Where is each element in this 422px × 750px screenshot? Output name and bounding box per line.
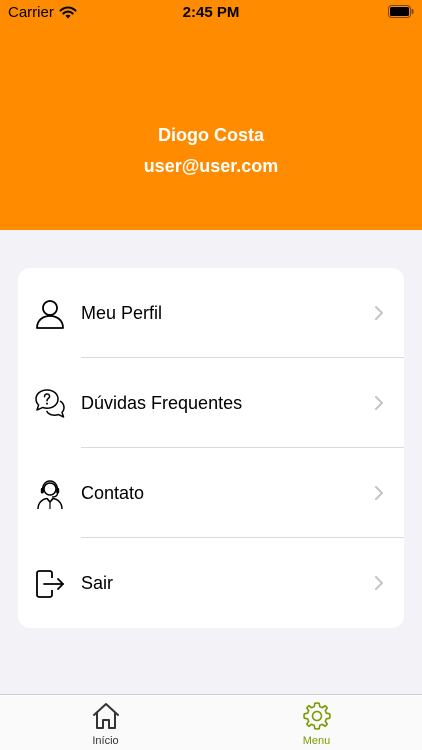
tab-menu[interactable]: Menu: [211, 695, 422, 750]
chevron-right-icon: [375, 486, 383, 500]
menu-item-sair[interactable]: Sair: [18, 538, 404, 628]
menu-card: Meu Perfil Dúvidas Frequentes Contato Sa…: [18, 268, 404, 628]
chevron-right-icon: [375, 396, 383, 410]
profile-header: Carrier 2:45 PM Diogo Costa user@user.co…: [0, 0, 422, 230]
tab-inicio[interactable]: Início: [0, 695, 211, 750]
gear-icon: [303, 702, 331, 730]
faq-chat-icon: [35, 389, 65, 418]
home-icon: [93, 703, 119, 729]
menu-item-label: Sair: [81, 573, 114, 593]
profile-name: Diogo Costa: [158, 125, 264, 145]
menu-item-label: Meu Perfil: [81, 303, 163, 323]
battery-icon: [388, 5, 414, 18]
menu-item-label: Dúvidas Frequentes: [81, 393, 243, 413]
menu-item-contato[interactable]: Contato: [18, 448, 404, 538]
support-agent-icon: [37, 480, 63, 510]
tab-label: Menu: [302, 735, 331, 747]
status-time: 2:45 PM: [182, 4, 240, 21]
tab-bar: Início Menu: [0, 694, 422, 750]
menu-item-meu-perfil[interactable]: Meu Perfil: [18, 268, 404, 358]
user-icon: [36, 300, 64, 329]
chevron-right-icon: [375, 576, 383, 590]
status-bar: Carrier 2:45 PM: [0, 0, 422, 26]
tab-label: Início: [92, 735, 119, 747]
logout-icon: [36, 570, 64, 598]
menu-item-label: Contato: [81, 483, 145, 503]
chevron-right-icon: [375, 306, 383, 320]
profile-email: user@user.com: [143, 156, 279, 176]
menu-item-duvidas-frequentes[interactable]: Dúvidas Frequentes: [18, 358, 404, 448]
